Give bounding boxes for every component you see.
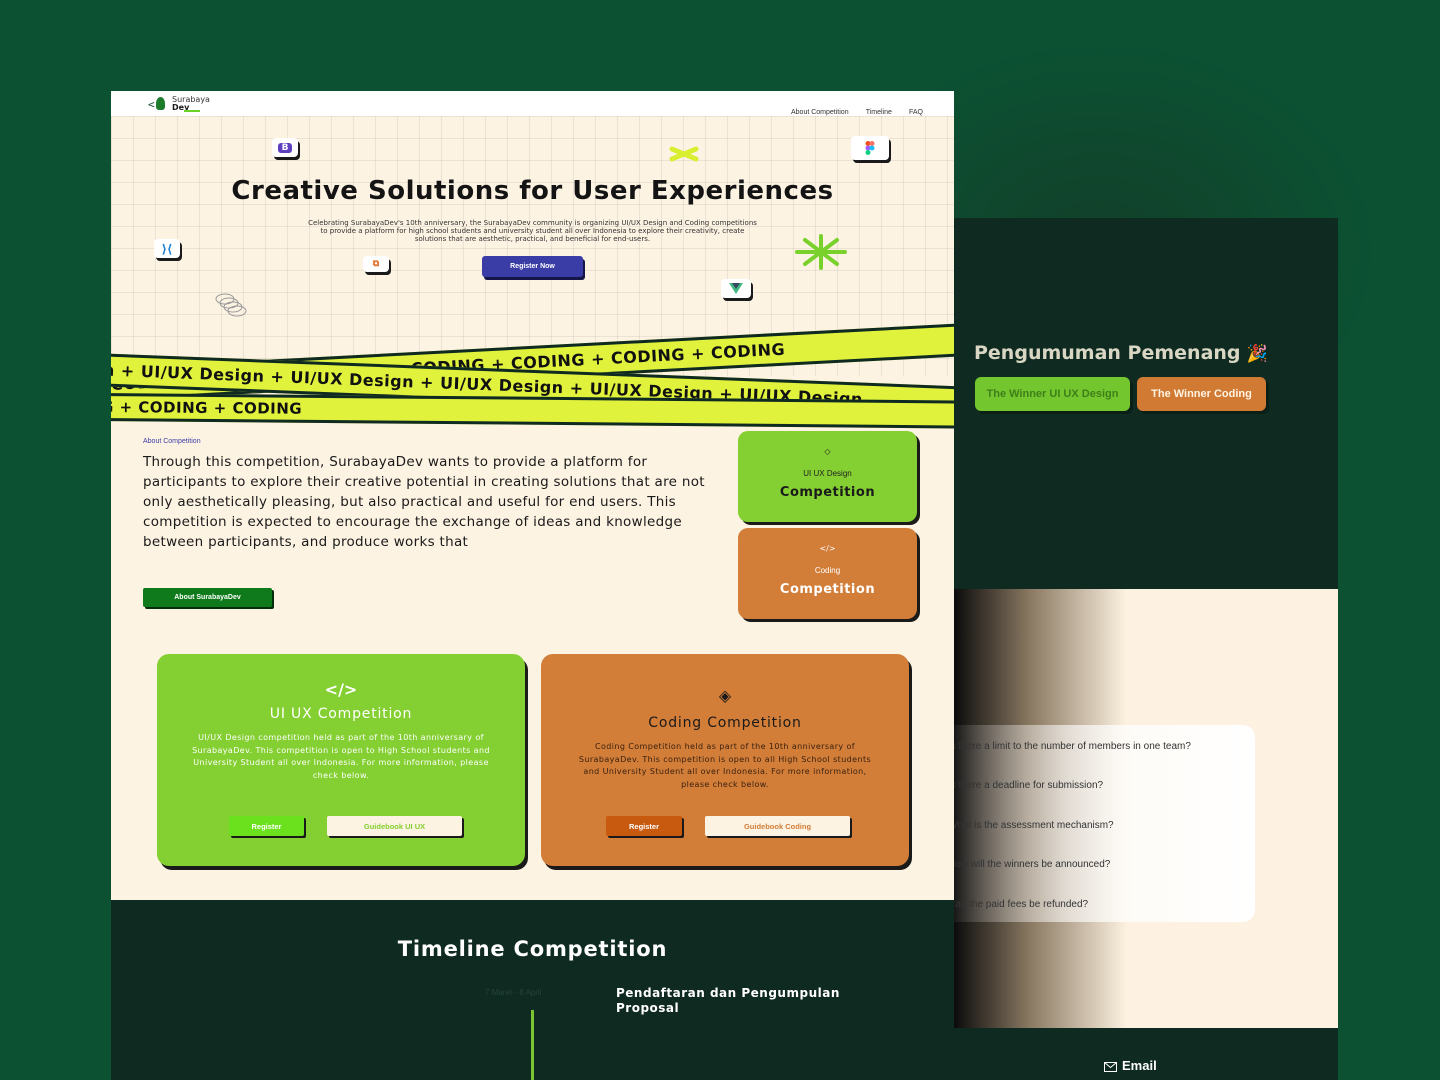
hero-description: Celebrating SurabayaDev's 10th anniversa… bbox=[308, 219, 757, 243]
back-page-screenshot: Pengumuman Pemenang 🎉 The Winner UI UX De… bbox=[954, 218, 1338, 1080]
panel-title: Coding Competition bbox=[648, 715, 802, 731]
code-bracket-icon: < bbox=[148, 98, 155, 111]
front-page-screenshot: < Surabaya Dev About Competition Timelin… bbox=[111, 91, 954, 1080]
spring-coil-icon bbox=[215, 293, 247, 317]
timeline-date: 7 Maret - 8 April bbox=[485, 988, 542, 997]
timeline-event: Pendaftaran dan Pengumpulan Proposal bbox=[616, 986, 840, 1015]
about-label: About Competition bbox=[143, 438, 201, 445]
diamond-code-icon: ◈ bbox=[718, 686, 732, 705]
timeline-line bbox=[531, 1010, 534, 1080]
cross-shape-icon bbox=[669, 146, 699, 162]
card-title: Competition bbox=[779, 582, 876, 597]
about-text: Through this competition, SurabayaDev wa… bbox=[143, 454, 705, 550]
timeline-title: Timeline Competition bbox=[397, 937, 668, 961]
nav-faq[interactable]: FAQ bbox=[909, 109, 923, 116]
winner-coding-button[interactable]: The Winner Coding bbox=[1137, 377, 1266, 411]
navbar: < Surabaya Dev About Competition Timelin… bbox=[111, 91, 954, 116]
faq-item[interactable]: Can the paid fees be refunded? bbox=[954, 899, 1088, 910]
diamond-icon: ◇ bbox=[824, 447, 831, 456]
email-label: Email bbox=[1122, 1058, 1157, 1073]
mail-icon bbox=[1104, 1062, 1117, 1072]
party-icon: 🎉 bbox=[1246, 344, 1268, 364]
code-icon: </> bbox=[819, 544, 836, 553]
email-link[interactable]: Email bbox=[1104, 1058, 1157, 1073]
faq-item[interactable]: Is there a deadline for submission? bbox=[954, 780, 1103, 791]
leaf-icon bbox=[156, 97, 165, 110]
winner-uiux-button[interactable]: The Winner UI UX Design bbox=[975, 377, 1130, 411]
register-now-button[interactable]: Register Now bbox=[482, 256, 583, 277]
faq-item[interactable]: Is there a limit to the number of member… bbox=[954, 741, 1191, 752]
hero-title: Creative Solutions for User Experiences bbox=[231, 176, 834, 206]
faq-item[interactable]: What is the assessment mechanism? bbox=[954, 820, 1114, 831]
nav-timeline[interactable]: Timeline bbox=[866, 109, 892, 116]
coding-competition-card[interactable]: </> Coding Competition bbox=[738, 528, 917, 619]
card-subtitle: Coding bbox=[814, 566, 841, 575]
winner-title-text: Pengumuman Pemenang bbox=[974, 342, 1241, 364]
winner-section: Pengumuman Pemenang 🎉 The Winner UI UX De… bbox=[954, 218, 1338, 589]
nav-about-competition[interactable]: About Competition bbox=[791, 109, 849, 116]
ribbon-banners: + CODING + CODING + CODING + CODING + CO… bbox=[111, 321, 954, 429]
coding-competition-panel: ◈ Coding Competition Coding Competition … bbox=[541, 654, 909, 866]
vue-icon bbox=[721, 279, 751, 298]
card-title: Competition bbox=[779, 485, 876, 500]
uiux-competition-card[interactable]: ◇ UI UX Design Competition bbox=[738, 431, 917, 522]
faq-list: Is there a limit to the number of member… bbox=[954, 725, 1255, 922]
winner-title: Pengumuman Pemenang 🎉 bbox=[974, 342, 1268, 364]
coding-register-button[interactable]: Register bbox=[606, 816, 682, 836]
panel-description: Coding Competition held as part of the 1… bbox=[578, 742, 872, 789]
about-surabayadev-button[interactable]: About SurabayaDev bbox=[143, 588, 272, 607]
panel-title: UI UX Competition bbox=[269, 706, 413, 722]
uiux-guidebook-button[interactable]: Guidebook UI UX bbox=[327, 816, 462, 836]
vscode-icon: ⟩⟨ bbox=[154, 239, 180, 258]
coding-guidebook-button[interactable]: Guidebook Coding bbox=[705, 816, 850, 836]
brand-underline bbox=[184, 110, 200, 112]
uiux-competition-panel: </> UI UX Competition UI/UX Design compe… bbox=[157, 654, 525, 866]
panel-description: UI/UX Design competition held as part of… bbox=[192, 733, 490, 780]
figma-icon bbox=[851, 136, 889, 160]
logo[interactable]: < Surabaya Dev bbox=[148, 95, 228, 113]
sparkle-icon bbox=[795, 234, 847, 270]
laravel-icon: ⧉ bbox=[363, 256, 389, 272]
code-icon: </> bbox=[324, 680, 358, 699]
uiux-register-button[interactable]: Register bbox=[229, 816, 304, 836]
bootstrap-icon: B bbox=[272, 138, 298, 157]
faq-item[interactable]: How will the winners be announced? bbox=[954, 859, 1110, 870]
timeline-section: Timeline Competition 7 Maret - 8 April P… bbox=[111, 900, 954, 1080]
coding-ribbon-lower: G + CODING + CODING bbox=[111, 393, 954, 429]
card-subtitle: UI UX Design bbox=[803, 469, 852, 478]
